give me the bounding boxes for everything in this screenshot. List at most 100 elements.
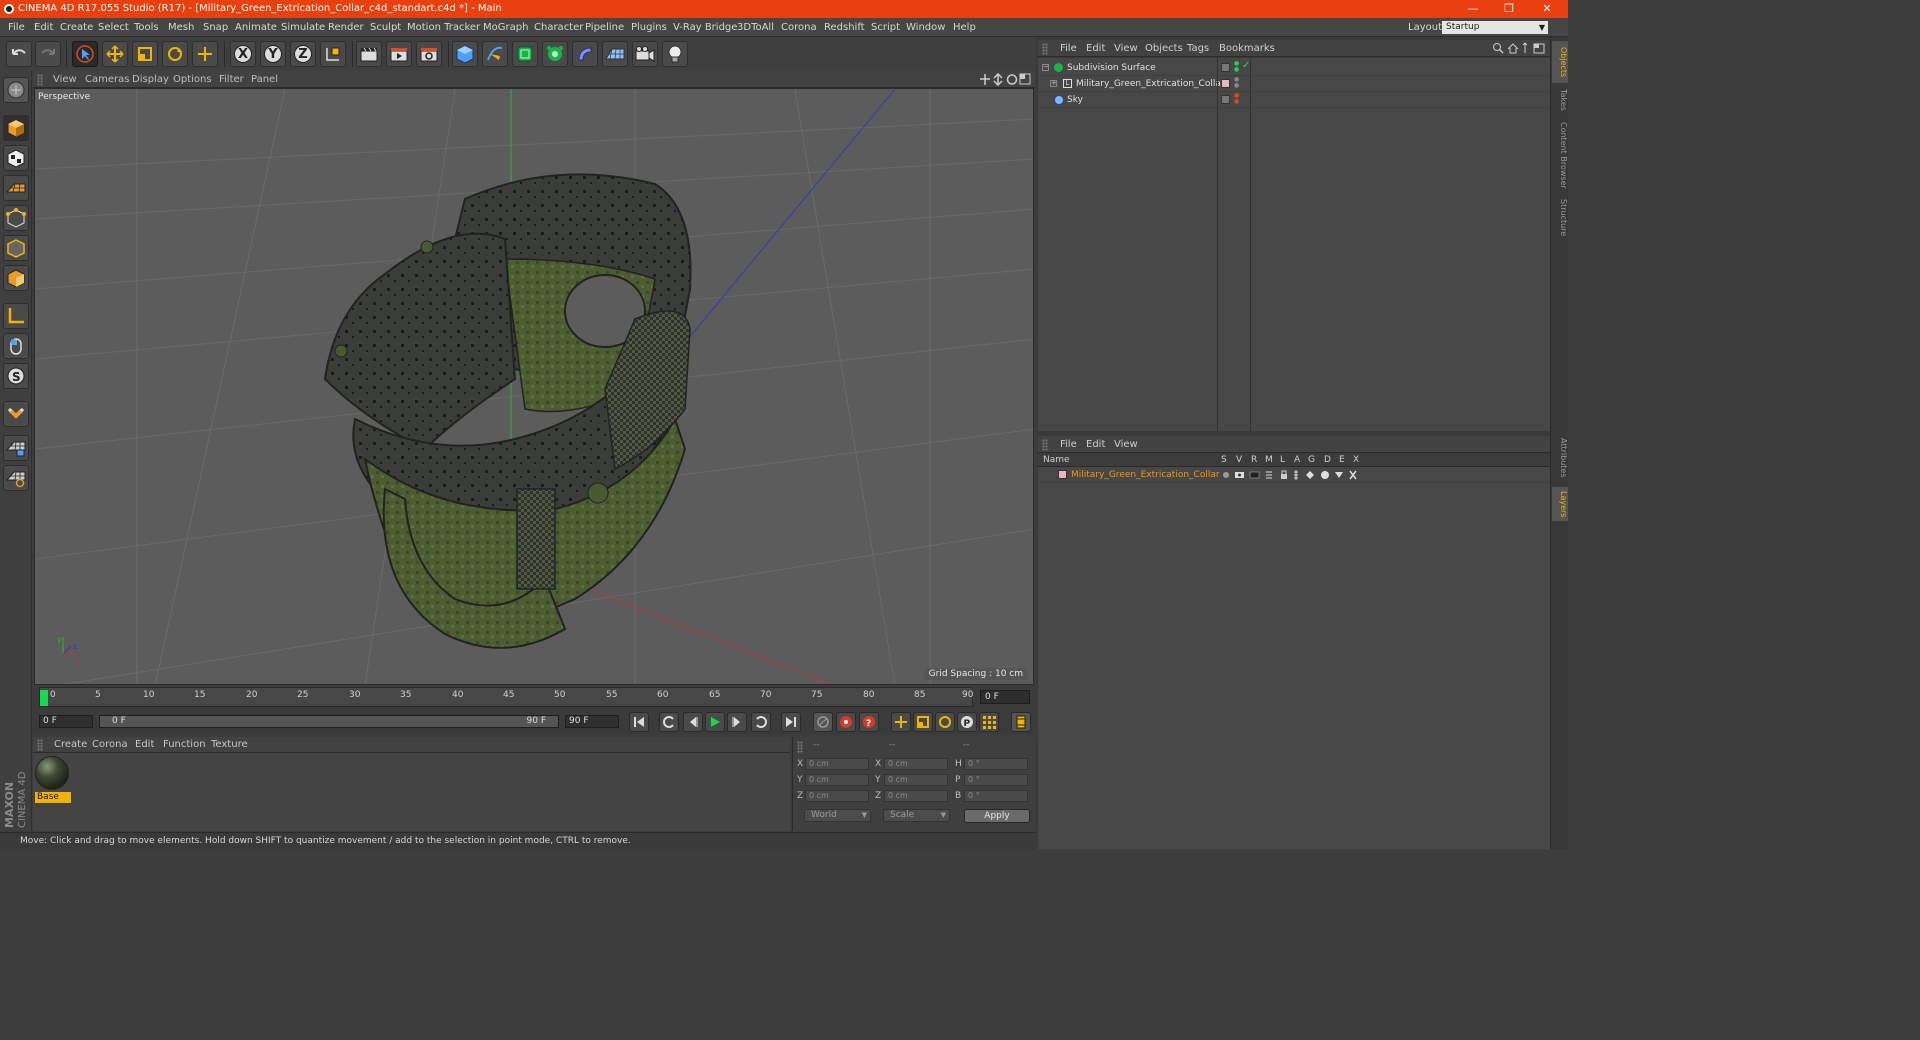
end-frame-field[interactable]: 90 F <box>565 715 619 728</box>
viewport-menu-panel[interactable]: Panel <box>251 71 278 88</box>
rotate-tool-button[interactable] <box>162 41 188 67</box>
visibility-dots-icon[interactable]: ● ● <box>1234 77 1239 89</box>
objects-menu-view[interactable]: View <box>1114 40 1138 57</box>
previous-frame-button[interactable] <box>683 712 703 732</box>
menu-vray-bridge[interactable]: V-Ray Bridge <box>673 18 737 37</box>
layout-dropdown[interactable]: Startup ▼ <box>1442 21 1548 34</box>
layer-col-xref[interactable]: X <box>1353 454 1359 467</box>
recent-tools-button[interactable] <box>192 41 218 67</box>
go-to-end-button[interactable] <box>781 712 801 732</box>
menu-animate[interactable]: Animate <box>235 18 277 37</box>
menu-3dtoall[interactable]: 3DToAll <box>737 18 774 37</box>
tab-layers[interactable]: Layers <box>1552 487 1568 521</box>
material-menu-edit[interactable]: Edit <box>135 737 154 753</box>
render-settings-button[interactable] <box>416 41 442 67</box>
menu-snap[interactable]: Snap <box>203 18 228 37</box>
magnet-button[interactable] <box>3 401 29 427</box>
key-position-button[interactable] <box>891 712 911 732</box>
timeline-window-button[interactable] <box>1011 712 1031 732</box>
tab-attributes[interactable]: Attributes <box>1552 433 1568 483</box>
layer-col-deformers[interactable]: D <box>1324 454 1331 467</box>
viewport-nav-icons[interactable] <box>979 73 1031 86</box>
layers-menu-file[interactable]: File <box>1060 436 1077 453</box>
material-menu-texture[interactable]: Texture <box>211 737 248 753</box>
next-frame-button[interactable] <box>727 712 747 732</box>
move-tool-button[interactable] <box>102 41 128 67</box>
viewport-menu-filter[interactable]: Filter <box>219 71 244 88</box>
viewport-menu-cameras[interactable]: Cameras <box>85 71 129 88</box>
material-menu-corona[interactable]: Corona <box>92 737 128 753</box>
minimize-button[interactable]: — <box>1458 0 1488 18</box>
size-z-field[interactable]: 0 cm <box>884 790 948 802</box>
menu-sculpt[interactable]: Sculpt <box>370 18 401 37</box>
visibility-toggle[interactable] <box>1221 63 1230 72</box>
redo-button[interactable] <box>35 41 61 67</box>
next-key-button[interactable] <box>751 712 771 732</box>
scale-tool-button[interactable] <box>132 41 158 67</box>
current-frame-field[interactable]: 0 F <box>980 690 1030 704</box>
floor-button[interactable] <box>602 41 628 67</box>
visibility-toggle[interactable] <box>1221 95 1230 104</box>
workplane-align-button[interactable] <box>3 465 29 491</box>
layers-menu-view[interactable]: View <box>1114 436 1138 453</box>
layer-col-name[interactable]: Name <box>1043 454 1070 467</box>
layer-col-render[interactable]: R <box>1251 454 1257 467</box>
objects-menu-file[interactable]: File <box>1060 40 1077 57</box>
model-mode-button[interactable] <box>3 115 29 141</box>
layer-name[interactable]: Military_Green_Extrication_Collar <box>1071 467 1220 483</box>
timeline-ruler[interactable]: 0 5 10 15 20 25 30 35 40 45 50 55 60 65 … <box>39 687 973 707</box>
coordinate-mode-dropdown[interactable]: Scale ▼ <box>883 809 950 822</box>
object-manager-tools[interactable] <box>1492 42 1548 55</box>
tab-takes[interactable]: Takes <box>1552 85 1568 115</box>
viewport-menu-view[interactable]: View <box>53 71 77 88</box>
render-dots-icon[interactable]: ● ● <box>1234 93 1239 105</box>
expand-icon[interactable]: + <box>1050 80 1057 87</box>
coordinate-system-button[interactable] <box>320 41 346 67</box>
position-z-field[interactable]: 0 cm <box>805 790 869 802</box>
restore-button[interactable]: ❐ <box>1494 0 1524 18</box>
x-axis-button[interactable]: X <box>230 41 256 67</box>
rotation-h-field[interactable]: 0 ° <box>964 758 1028 770</box>
rotation-p-field[interactable]: 0 ° <box>964 774 1028 786</box>
texture-mode-button[interactable] <box>3 145 29 171</box>
menu-mesh[interactable]: Mesh <box>168 18 194 37</box>
size-y-field[interactable]: 0 cm <box>884 774 948 786</box>
spline-pen-button[interactable] <box>482 41 508 67</box>
layer-row[interactable]: Military_Green_Extrication_Collar <box>1038 467 1550 483</box>
cube-primitive-button[interactable] <box>452 41 478 67</box>
close-button[interactable]: ✕ <box>1532 0 1562 18</box>
menu-edit[interactable]: Edit <box>34 18 53 37</box>
snap-button[interactable]: S <box>3 363 29 389</box>
3d-viewport[interactable]: y z x Perspective Grid Spacing : 10 cm <box>34 88 1034 685</box>
edges-mode-button[interactable] <box>3 235 29 261</box>
go-to-start-button[interactable] <box>629 712 649 732</box>
position-y-field[interactable]: 0 cm <box>805 774 869 786</box>
menu-corona[interactable]: Corona <box>781 18 817 37</box>
render-view-button[interactable] <box>356 41 382 67</box>
menu-motion-tracker[interactable]: Motion Tracker <box>407 18 480 37</box>
layer-color-swatch[interactable] <box>1058 470 1067 479</box>
rotation-b-field[interactable]: 0 ° <box>964 790 1028 802</box>
key-scale-button[interactable] <box>913 712 933 732</box>
material-preview-base[interactable] <box>35 756 69 790</box>
menu-select[interactable]: Select <box>98 18 129 37</box>
workplane-mode-button[interactable] <box>3 175 29 201</box>
objects-menu-edit[interactable]: Edit <box>1086 40 1105 57</box>
menu-file[interactable]: File <box>8 18 25 37</box>
render-picture-viewer-button[interactable] <box>386 41 412 67</box>
collar-model[interactable] <box>323 173 692 649</box>
menu-window[interactable]: Window <box>906 18 945 37</box>
deformer-button[interactable] <box>572 41 598 67</box>
frame-range-slider[interactable]: 0 F 90 F <box>99 715 559 728</box>
z-axis-button[interactable]: Z <box>290 41 316 67</box>
material-name-base[interactable]: Base <box>35 792 71 803</box>
layer-color-swatch[interactable] <box>1221 79 1230 88</box>
menu-tools[interactable]: Tools <box>134 18 159 37</box>
tab-objects[interactable]: Objects <box>1552 41 1568 83</box>
viewport-menu-display[interactable]: Display <box>132 71 169 88</box>
menu-render[interactable]: Render <box>328 18 364 37</box>
enabled-dots-icon[interactable]: ● ● <box>1234 61 1239 73</box>
layer-col-visible[interactable]: V <box>1236 454 1242 467</box>
menu-pipeline[interactable]: Pipeline <box>585 18 624 37</box>
layer-col-generators[interactable]: G <box>1308 454 1315 467</box>
